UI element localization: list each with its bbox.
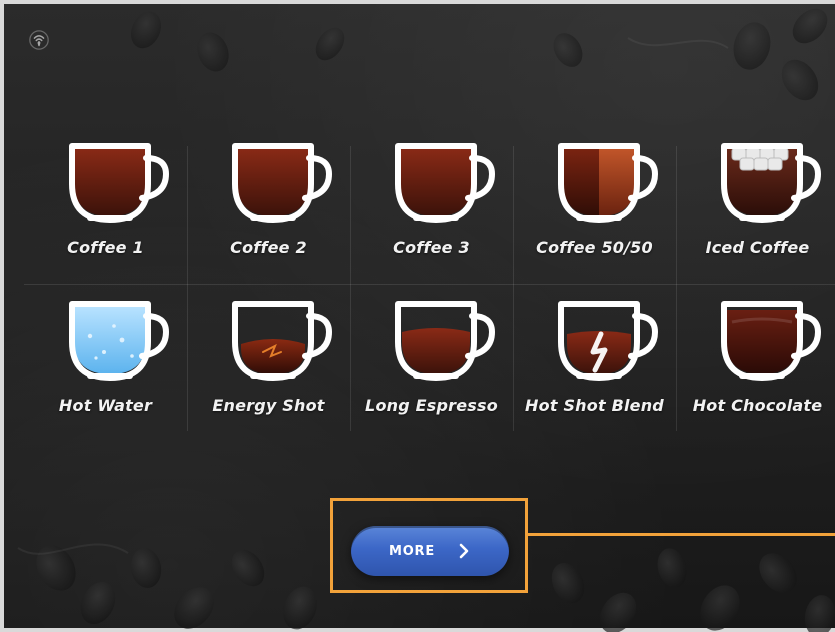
drink-tile-coffee-50-50[interactable]: Coffee 50/50 (513, 126, 676, 284)
coffee-cup-icon (395, 143, 496, 223)
coffee-cup-icon (69, 143, 170, 223)
drink-label: Hot Shot Blend (525, 396, 664, 415)
drink-label: Iced Coffee (705, 238, 810, 257)
drink-menu-grid: Coffee 1 Coffee 2 Coffee 3 Coffee 50/50 … (24, 126, 835, 441)
hot-shot-blend-cup-icon (558, 301, 659, 381)
drink-tile-coffee-1[interactable]: Coffee 1 (24, 126, 187, 284)
wifi-icon (29, 30, 49, 50)
drink-label: Coffee 50/50 (536, 238, 653, 257)
drink-label: Hot Chocolate (692, 396, 823, 415)
kiosk-screen: Coffee 1 Coffee 2 Coffee 3 Coffee 50/50 … (0, 0, 835, 632)
hot-chocolate-cup-icon (721, 301, 822, 381)
hot-water-cup-icon (69, 301, 170, 381)
more-button[interactable]: MORE (351, 526, 509, 576)
drink-label: Hot Water (58, 396, 153, 415)
drink-tile-coffee-3[interactable]: Coffee 3 (350, 126, 513, 284)
drink-tile-long-espresso[interactable]: Long Espresso (350, 284, 513, 442)
drink-tile-coffee-2[interactable]: Coffee 2 (187, 126, 350, 284)
drink-label: Coffee 2 (230, 238, 307, 257)
drink-tile-hot-water[interactable]: Hot Water (24, 284, 187, 442)
drink-tile-hot-chocolate[interactable]: Hot Chocolate (676, 284, 835, 442)
drink-label: Coffee 3 (393, 238, 470, 257)
callout-leader-line (528, 533, 835, 536)
energy-shot-cup-icon (232, 301, 333, 381)
chevron-right-icon (459, 543, 469, 559)
drink-tile-hot-shot-blend[interactable]: Hot Shot Blend (513, 284, 676, 442)
drink-label: Long Espresso (365, 396, 498, 415)
iced-coffee-cup-icon (721, 143, 822, 223)
coffee-cup-icon (232, 143, 333, 223)
drink-tile-energy-shot[interactable]: Energy Shot (187, 284, 350, 442)
drink-tile-iced-coffee[interactable]: Iced Coffee (676, 126, 835, 284)
drink-label: Coffee 1 (67, 238, 144, 257)
coffee-split-cup-icon (558, 143, 659, 223)
drink-label: Energy Shot (212, 396, 325, 415)
more-button-label: MORE (388, 543, 436, 559)
long-espresso-cup-icon (395, 301, 496, 381)
